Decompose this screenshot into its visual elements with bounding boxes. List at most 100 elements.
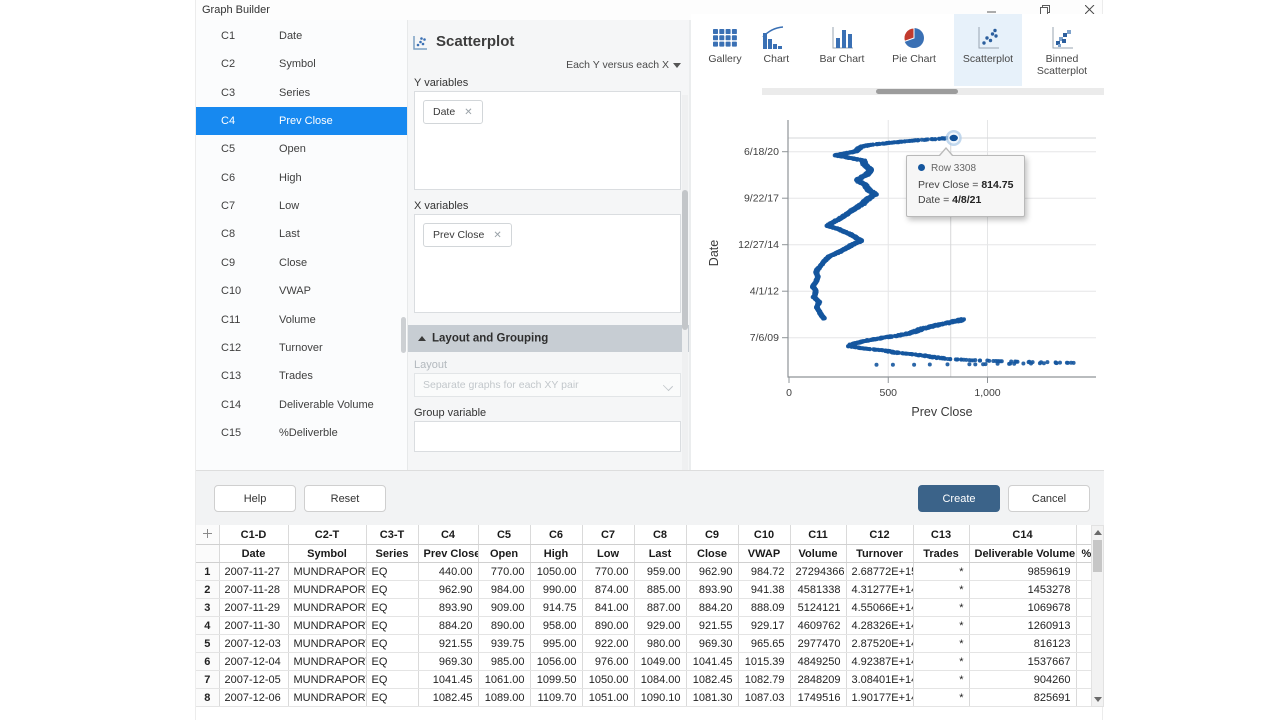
cell[interactable]: 2007-12-04 <box>219 653 288 671</box>
cell[interactable]: 4609762 <box>790 617 846 635</box>
gallery-item-binned-scatterplot[interactable]: Binned Scatterplot <box>1028 14 1096 86</box>
column-header-id[interactable]: C11 <box>790 525 846 545</box>
cell[interactable] <box>1076 617 1091 635</box>
row-number[interactable]: 2 <box>196 581 219 599</box>
column-header-id[interactable]: C2-T <box>288 525 366 545</box>
cell[interactable]: 1041.45 <box>418 671 478 689</box>
cell[interactable]: 985.00 <box>478 653 530 671</box>
column-header-id[interactable]: C1-D <box>219 525 288 545</box>
column-header-name[interactable]: Last <box>634 545 686 563</box>
row-number[interactable]: 1 <box>196 563 219 581</box>
gallery-scrollbar[interactable] <box>762 88 1104 95</box>
column-header-name[interactable]: %D <box>1076 545 1091 563</box>
cell[interactable]: 890.00 <box>478 617 530 635</box>
cell[interactable]: 4.92387E+14 <box>846 653 913 671</box>
cell[interactable]: 909.00 <box>478 599 530 617</box>
cell[interactable]: 887.00 <box>634 599 686 617</box>
cell[interactable]: 2007-12-06 <box>219 689 288 707</box>
column-item-C14[interactable]: C14Deliverable Volume <box>196 391 407 419</box>
cell[interactable]: 1061.00 <box>478 671 530 689</box>
cell[interactable] <box>1076 671 1091 689</box>
cell[interactable]: 962.90 <box>418 581 478 599</box>
column-header-id[interactable]: C3-T <box>366 525 418 545</box>
cell[interactable]: 980.00 <box>634 635 686 653</box>
cell[interactable]: 3.08401E+14 <box>846 671 913 689</box>
cell[interactable]: 939.75 <box>478 635 530 653</box>
cell[interactable]: MUNDRAPORT <box>288 671 366 689</box>
cell[interactable]: 1084.00 <box>634 671 686 689</box>
y-variable-chip[interactable]: Date✕ <box>423 100 483 124</box>
column-item-C9[interactable]: C9Close <box>196 249 407 277</box>
column-header-id[interactable]: C12 <box>846 525 913 545</box>
column-item-C8[interactable]: C8Last <box>196 220 407 248</box>
column-header-name[interactable]: Close <box>686 545 738 563</box>
column-header-name[interactable]: Volume <box>790 545 846 563</box>
column-header-id[interactable]: C9 <box>686 525 738 545</box>
cell[interactable] <box>1076 599 1091 617</box>
cell[interactable]: 4.55066E+14 <box>846 599 913 617</box>
cell[interactable]: 1041.45 <box>686 653 738 671</box>
cell[interactable]: 929.17 <box>738 617 790 635</box>
cell[interactable]: 921.55 <box>418 635 478 653</box>
cell[interactable]: 962.90 <box>686 563 738 581</box>
cell[interactable]: 2.87520E+14 <box>846 635 913 653</box>
cell[interactable]: EQ <box>366 617 418 635</box>
row-number[interactable]: 8 <box>196 689 219 707</box>
column-header-name[interactable]: Symbol <box>288 545 366 563</box>
cell[interactable]: 1081.30 <box>686 689 738 707</box>
cell[interactable]: 2007-11-27 <box>219 563 288 581</box>
cell[interactable]: * <box>913 581 969 599</box>
cell[interactable]: MUNDRAPORT <box>288 689 366 707</box>
builder-scrollbar-thumb[interactable] <box>682 190 688 330</box>
cell[interactable]: 884.20 <box>686 599 738 617</box>
cell[interactable]: 984.72 <box>738 563 790 581</box>
gallery-item-scatterplot[interactable]: Scatterplot <box>954 14 1022 86</box>
cell[interactable]: 969.30 <box>418 653 478 671</box>
cell[interactable]: 2848209 <box>790 671 846 689</box>
cell[interactable]: 929.00 <box>634 617 686 635</box>
column-header-id[interactable]: C14 <box>969 525 1076 545</box>
column-header-id[interactable]: C7 <box>582 525 634 545</box>
column-header-id[interactable]: C6 <box>530 525 582 545</box>
row-number[interactable]: 4 <box>196 617 219 635</box>
column-header-id[interactable]: C10 <box>738 525 790 545</box>
column-header-name[interactable]: Low <box>582 545 634 563</box>
cell[interactable]: 890.00 <box>582 617 634 635</box>
cell[interactable]: 1015.39 <box>738 653 790 671</box>
cell[interactable]: 959.00 <box>634 563 686 581</box>
scroll-up-icon[interactable] <box>1094 530 1102 535</box>
cell[interactable] <box>1076 689 1091 707</box>
cell[interactable]: MUNDRAPORT <box>288 599 366 617</box>
cell[interactable]: 1537667 <box>969 653 1076 671</box>
column-header-id[interactable]: C13 <box>913 525 969 545</box>
cell[interactable]: 941.38 <box>738 581 790 599</box>
cell[interactable]: 1099.50 <box>530 671 582 689</box>
cell[interactable]: 1087.03 <box>738 689 790 707</box>
cell[interactable] <box>1076 563 1091 581</box>
cell[interactable]: 2007-12-05 <box>219 671 288 689</box>
cell[interactable]: 1453278 <box>969 581 1076 599</box>
cell[interactable]: 2.68772E+15 <box>846 563 913 581</box>
gallery-item-pareto[interactable]: o Chart <box>762 14 806 86</box>
cell[interactable]: 4581338 <box>790 581 846 599</box>
x-variables-box[interactable]: Prev Close✕ <box>414 214 681 313</box>
cell[interactable]: 5124121 <box>790 599 846 617</box>
cell[interactable]: 921.55 <box>686 617 738 635</box>
cell[interactable]: 984.00 <box>478 581 530 599</box>
column-item-C13[interactable]: C13Trades <box>196 362 407 390</box>
cell[interactable]: 893.90 <box>686 581 738 599</box>
cell[interactable]: 888.09 <box>738 599 790 617</box>
cell[interactable]: 1082.45 <box>418 689 478 707</box>
row-number[interactable]: 6 <box>196 653 219 671</box>
cell[interactable]: 770.00 <box>582 563 634 581</box>
gallery-item-bar-chart[interactable]: Bar Chart <box>808 14 876 86</box>
cell[interactable]: EQ <box>366 563 418 581</box>
cell[interactable]: MUNDRAPORT <box>288 653 366 671</box>
columns-scrollbar-thumb[interactable] <box>401 317 406 353</box>
row-number[interactable]: 5 <box>196 635 219 653</box>
cell[interactable]: MUNDRAPORT <box>288 581 366 599</box>
column-header-name[interactable]: Prev Close <box>418 545 478 563</box>
highlighted-point[interactable] <box>946 130 962 146</box>
column-header-name[interactable]: Trades <box>913 545 969 563</box>
help-button[interactable]: Help <box>214 485 296 512</box>
